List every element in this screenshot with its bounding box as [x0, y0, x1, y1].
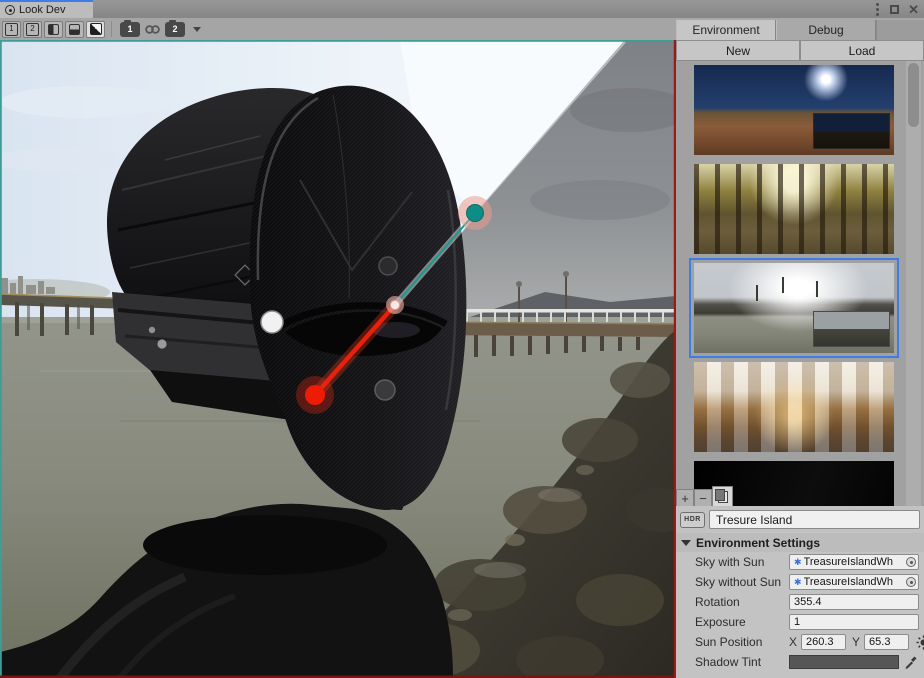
- view-1-icon: 1: [5, 23, 18, 36]
- rotation-label: Rotation: [695, 595, 789, 609]
- cubemap-icon: ✱: [794, 557, 802, 568]
- split-horizontal-button[interactable]: [65, 21, 84, 38]
- lookdev-viewport[interactable]: [0, 40, 676, 678]
- eyedropper-button[interactable]: [902, 654, 919, 671]
- load-button[interactable]: Load: [800, 40, 924, 61]
- env-thumbnail-forest[interactable]: [694, 164, 894, 254]
- maximize-icon[interactable]: [890, 5, 899, 14]
- view1-border-top: [0, 40, 676, 42]
- cubemap-icon: ✱: [794, 577, 802, 588]
- hdr-name-row: HDR Tresure Island: [676, 506, 924, 533]
- duplicate-icon: [718, 491, 728, 503]
- exposure-label: Exposure: [695, 615, 789, 629]
- hdr-badge: HDR: [680, 512, 705, 528]
- view1-border-left: [0, 40, 2, 678]
- camera-dropdown-icon[interactable]: [193, 27, 201, 32]
- sun-position-label: Sun Position: [695, 635, 789, 649]
- title-bar: Look Dev ✕: [0, 0, 924, 18]
- sky-without-sun-label: Sky without Sun: [695, 575, 789, 589]
- eye-icon: [5, 5, 15, 15]
- new-load-row: New Load: [676, 40, 924, 61]
- environment-settings-header[interactable]: Environment Settings: [676, 533, 924, 552]
- foldout-arrow-icon: [681, 540, 691, 546]
- env-thumbnail-desert[interactable]: [694, 65, 894, 155]
- x-axis-label: X: [789, 635, 797, 649]
- object-picker-icon[interactable]: [906, 557, 916, 567]
- split-vertical-button[interactable]: [44, 21, 63, 38]
- pick-sun-button[interactable]: [915, 634, 924, 651]
- tab-debug[interactable]: Debug: [776, 20, 876, 40]
- environment-list-scrollbar[interactable]: [906, 61, 921, 506]
- environment-list: + −: [676, 61, 924, 506]
- close-icon[interactable]: ✕: [908, 3, 919, 16]
- object-picker-icon[interactable]: [906, 577, 916, 587]
- remove-environment-button[interactable]: −: [694, 489, 712, 506]
- shadow-tint-swatch[interactable]: [789, 655, 899, 669]
- split-diagonal-button[interactable]: [86, 21, 105, 38]
- gizmo-red-handle[interactable]: [305, 385, 325, 405]
- split-vertical-icon: [48, 24, 59, 35]
- camera-2-button[interactable]: 2: [165, 22, 185, 37]
- add-environment-button[interactable]: +: [676, 489, 694, 506]
- lookdev-tab[interactable]: Look Dev: [0, 0, 93, 18]
- eyedropper-icon: [904, 655, 918, 669]
- sky-with-sun-row: Sky with Sun ✱ TreasureIslandWh: [676, 552, 924, 572]
- panel-tab-bar: Environment Debug: [676, 20, 924, 40]
- gizmo-teal-handle[interactable]: [467, 205, 484, 222]
- sky-with-sun-object-field[interactable]: ✱ TreasureIslandWh: [789, 554, 919, 570]
- sun-position-y-field[interactable]: 65.3: [864, 634, 909, 650]
- new-button[interactable]: New: [676, 40, 800, 61]
- gizmo-center-handle[interactable]: [391, 301, 400, 310]
- duplicate-environment-button[interactable]: [712, 486, 733, 506]
- rotation-field[interactable]: 355.4: [789, 594, 919, 610]
- shadow-tint-label: Shadow Tint: [695, 655, 789, 669]
- environment-settings: Environment Settings Sky with Sun ✱ Trea…: [676, 533, 924, 678]
- rotation-row: Rotation 355.4: [676, 592, 924, 612]
- single-view-2-button[interactable]: 2: [23, 21, 42, 38]
- window-title: Look Dev: [19, 4, 65, 16]
- split-diagonal-icon: [90, 23, 102, 35]
- lookdev-window: Look Dev ✕ 1 2 1 2: [0, 0, 924, 678]
- link-cameras-icon[interactable]: [144, 24, 161, 35]
- view-2-icon: 2: [26, 23, 39, 36]
- env-thumbnail-church[interactable]: [694, 362, 894, 452]
- y-axis-label: Y: [852, 635, 860, 649]
- shadow-tint-row: Shadow Tint: [676, 652, 924, 672]
- exposure-field[interactable]: 1: [789, 614, 919, 630]
- environment-list-toolbar: + −: [676, 486, 733, 506]
- tab-environment[interactable]: Environment: [676, 20, 776, 40]
- split-horizontal-icon: [69, 24, 80, 35]
- single-view-1-button[interactable]: 1: [2, 21, 21, 38]
- sky-without-sun-object-field[interactable]: ✱ TreasureIslandWh: [789, 574, 919, 590]
- sky-with-sun-label: Sky with Sun: [695, 555, 789, 569]
- sun-position-row: Sun Position X 260.3 Y 65.3: [676, 632, 924, 652]
- sun-icon: [916, 635, 924, 650]
- window-menu-icon[interactable]: [876, 8, 879, 11]
- sun-position-x-field[interactable]: 260.3: [801, 634, 846, 650]
- env-thumbnail-island[interactable]: [694, 263, 894, 353]
- sky-without-sun-row: Sky without Sun ✱ TreasureIslandWh: [676, 572, 924, 592]
- scrollbar-thumb[interactable]: [908, 63, 919, 127]
- camera-1-button[interactable]: 1: [120, 22, 140, 37]
- toolbar-separator: [111, 21, 112, 37]
- environment-name-field[interactable]: Tresure Island: [709, 510, 920, 529]
- exposure-row: Exposure 1: [676, 612, 924, 632]
- lookdev-toolbar: 1 2 1 2: [0, 18, 676, 40]
- tab-bar-filler: [876, 20, 924, 40]
